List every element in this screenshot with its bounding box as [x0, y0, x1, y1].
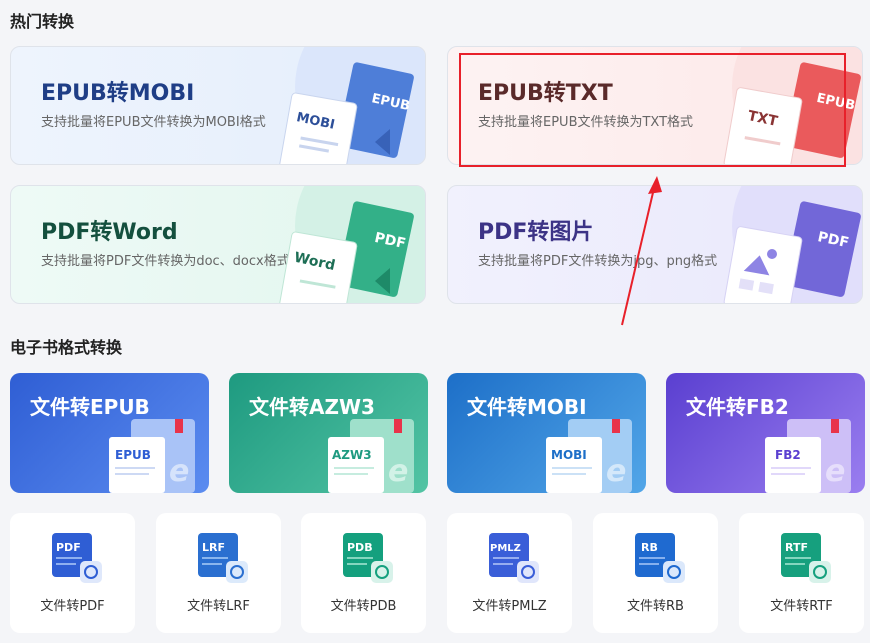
badge-label: FB2	[775, 448, 801, 462]
svg-text:e: e	[825, 454, 845, 489]
image-file-icon: PDF	[723, 186, 862, 303]
arrow-annotation-icon	[621, 176, 662, 326]
rb-file-icon: RB	[635, 533, 685, 583]
ebook-icon: AZW3 e	[328, 419, 414, 493]
tile-label: 文件转PDF	[40, 599, 105, 614]
ebook-icon: FB2 e	[765, 419, 851, 493]
icon-label: RTF	[785, 541, 808, 554]
tile-file-to-pdf[interactable]: PDF 文件转PDF	[10, 513, 135, 633]
rtf-file-icon: RTF	[781, 533, 831, 583]
svg-text:e: e	[169, 454, 189, 489]
tile-label: 文件转PDB	[330, 599, 397, 614]
mobi-file-icon: EPUB MOBI	[278, 47, 425, 164]
card-desc: 支持批量将PDF文件转换为jpg、png格式	[478, 254, 718, 269]
svg-text:e: e	[388, 454, 408, 489]
pmlz-file-icon: PMLZ	[489, 533, 539, 583]
badge-label: EPUB	[115, 448, 151, 462]
tile-label: 文件转RTF	[770, 599, 833, 614]
ebook-icon: MOBI e	[546, 419, 632, 493]
card-title: PDF转Word	[41, 220, 178, 245]
tile-label: 文件转LRF	[187, 599, 250, 614]
card-file-to-azw3[interactable]: 文件转AZW3 AZW3 e	[229, 373, 428, 493]
badge-label: AZW3	[332, 448, 372, 462]
card-title: PDF转图片	[478, 220, 594, 245]
highlight-annotation	[459, 53, 846, 167]
card-file-to-fb2[interactable]: 文件转FB2 FB2 e	[666, 373, 865, 493]
section-title-hot: 热门转换	[10, 12, 75, 31]
pdb-file-icon: PDB	[343, 533, 393, 583]
card-title: EPUB转MOBI	[41, 81, 195, 106]
svg-text:e: e	[606, 454, 626, 489]
icon-label: RB	[641, 541, 658, 554]
card-file-to-mobi[interactable]: 文件转MOBI MOBI e	[447, 373, 646, 493]
tile-label: 文件转RB	[627, 599, 684, 614]
pdf-file-icon: PDF	[52, 533, 102, 583]
tile-file-to-lrf[interactable]: LRF 文件转LRF	[156, 513, 281, 633]
tile-file-to-pmlz[interactable]: PMLZ 文件转PMLZ	[447, 513, 572, 633]
card-epub-to-mobi[interactable]: EPUB转MOBI 支持批量将EPUB文件转换为MOBI格式 EPUB MOBI	[10, 46, 426, 165]
icon-label: PDB	[347, 541, 373, 554]
tile-file-to-rb[interactable]: RB 文件转RB	[593, 513, 718, 633]
badge-label: MOBI	[551, 448, 587, 462]
card-desc: 支持批量将EPUB文件转换为MOBI格式	[41, 115, 266, 130]
section-title-ebook: 电子书格式转换	[10, 338, 123, 357]
icon-label: LRF	[202, 541, 225, 554]
card-file-to-epub[interactable]: 文件转EPUB EPUB e	[10, 373, 209, 493]
icon-label: PDF	[56, 541, 81, 554]
icon-label: PMLZ	[490, 543, 521, 554]
card-pdf-to-word[interactable]: PDF转Word 支持批量将PDF文件转换为doc、docx格式 PDF Wor…	[10, 185, 426, 304]
ebook-icon: EPUB e	[109, 419, 195, 493]
word-file-icon: PDF Word	[278, 186, 425, 303]
tile-file-to-pdb[interactable]: PDB 文件转PDB	[301, 513, 426, 633]
tile-label: 文件转PMLZ	[472, 599, 547, 614]
card-desc: 支持批量将PDF文件转换为doc、docx格式	[41, 254, 290, 269]
lrf-file-icon: LRF	[198, 533, 248, 583]
tile-file-to-rtf[interactable]: RTF 文件转RTF	[739, 513, 864, 633]
